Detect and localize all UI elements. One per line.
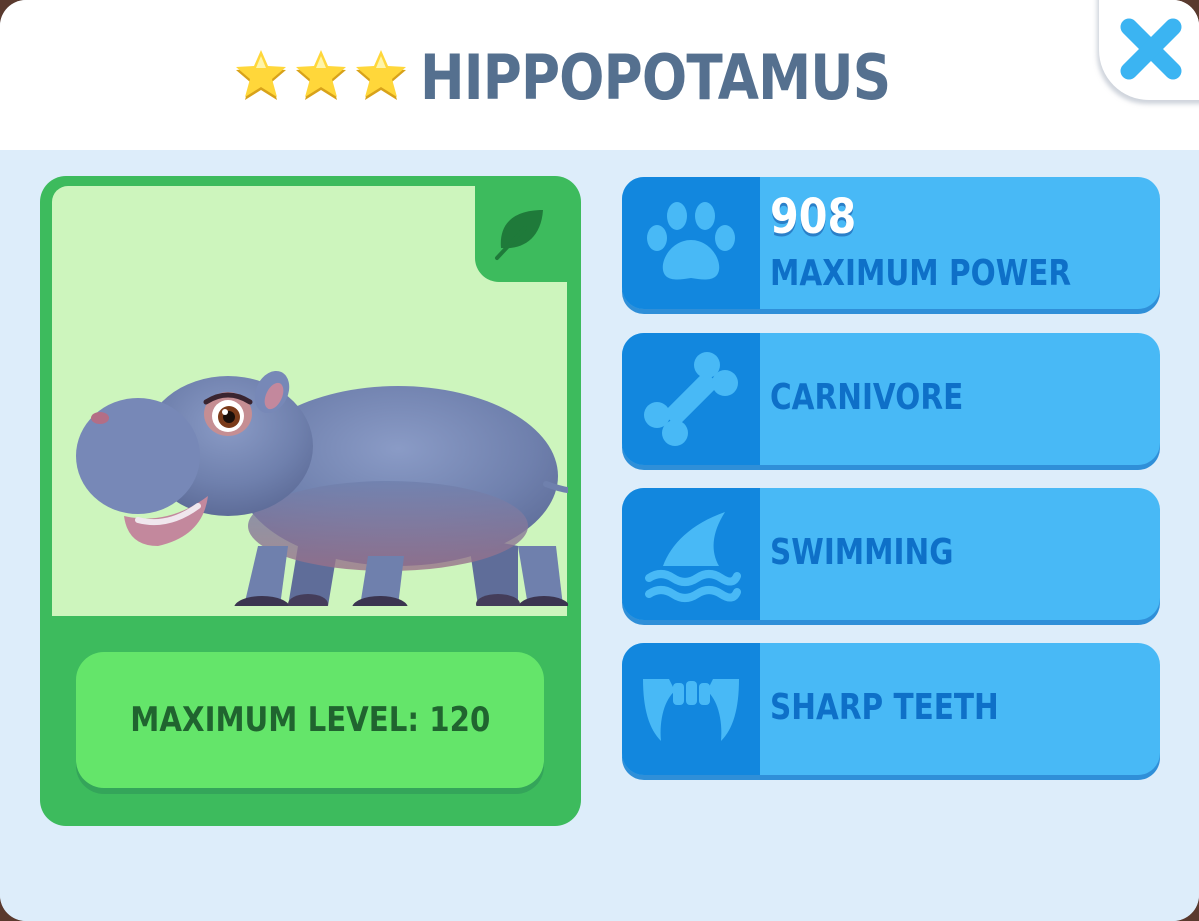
stat-label: SHARP TEETH: [770, 687, 999, 728]
animal-name-title: HIPPOPOTAMUS: [420, 40, 891, 114]
stat-icon-box: [622, 333, 760, 465]
shark-fin-icon: [645, 512, 741, 602]
stat-row-ability: SWIMMING: [622, 488, 1160, 620]
max-level-panel: MAXIMUM LEVEL: 120: [76, 652, 544, 788]
title-row: HIPPOPOTAMUS: [0, 0, 1199, 150]
stat-row-trait: SHARP TEETH: [622, 643, 1160, 775]
stat-label: MAXIMUM POWER: [770, 253, 1072, 294]
power-value: 908: [770, 189, 857, 245]
star-icon: [352, 48, 410, 106]
max-level-label: MAXIMUM LEVEL: 120: [129, 700, 491, 740]
stat-label: CARNIVORE: [770, 377, 964, 418]
modal-header: HIPPOPOTAMUS: [0, 0, 1199, 150]
stat-row-power: 908 MAXIMUM POWER: [622, 177, 1160, 309]
animal-card: MAXIMUM LEVEL: 120: [40, 176, 581, 826]
bone-icon: [644, 352, 738, 446]
hippo-image: [76, 370, 568, 606]
leaf-icon: [495, 210, 543, 260]
animal-info-modal: HIPPOPOTAMUS MAXIMUM LEVEL: 120 908 MAXI…: [0, 0, 1199, 921]
star-rating: [232, 48, 410, 106]
fangs-icon: [643, 679, 739, 741]
star-icon: [292, 48, 350, 106]
stat-label: SWIMMING: [770, 532, 954, 573]
star-icon: [232, 48, 290, 106]
close-icon: [1120, 18, 1182, 80]
stat-icon-box: [622, 177, 760, 309]
stat-icon-box: [622, 488, 760, 620]
diet-badge: [475, 186, 567, 282]
paw-icon: [647, 202, 735, 280]
animal-portrait: [52, 186, 568, 616]
stat-row-diet: CARNIVORE: [622, 333, 1160, 465]
close-button[interactable]: [1099, 0, 1199, 100]
stat-icon-box: [622, 643, 760, 775]
